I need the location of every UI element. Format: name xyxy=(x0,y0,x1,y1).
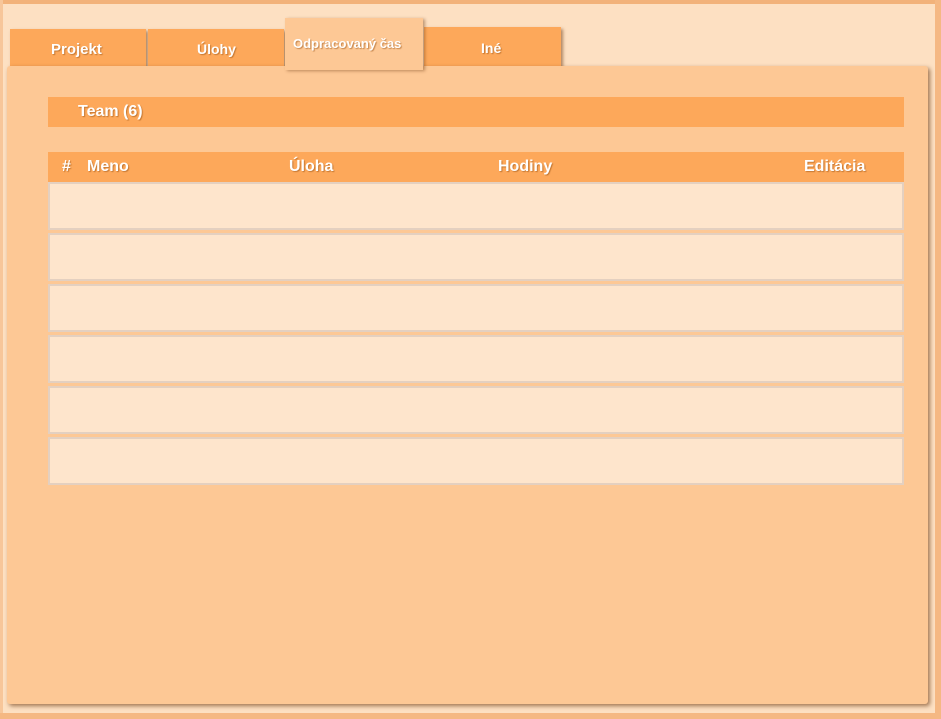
column-header-hodiny: Hodiny xyxy=(498,158,553,175)
table-row[interactable] xyxy=(48,233,904,281)
table-row[interactable] xyxy=(48,335,904,383)
tab-ine-label: Iné xyxy=(481,40,502,56)
tab-ine[interactable]: Iné xyxy=(424,27,561,69)
table-row[interactable] xyxy=(48,182,904,230)
tab-odpracovany-cas-label: Odpracovaný čas xyxy=(293,36,402,51)
column-header-editacia: Editácia xyxy=(804,158,866,175)
tab-ulohy-label: Úlohy xyxy=(197,41,236,57)
table-row[interactable] xyxy=(48,386,904,434)
table-header: # Meno Úloha Hodiny Editácia xyxy=(48,152,904,182)
tab-projekt-label: Projekt xyxy=(51,41,102,58)
window-frame-top xyxy=(0,0,941,4)
main-panel: Team (6) # Meno Úloha Hodiny Editácia xyxy=(7,66,928,704)
column-header-number: # xyxy=(62,158,71,175)
column-header-meno: Meno xyxy=(87,158,129,175)
tab-odpracovany-cas[interactable]: Odpracovaný čas xyxy=(285,18,423,70)
team-title: Team (6) xyxy=(78,103,143,120)
tab-ulohy[interactable]: Úlohy xyxy=(148,29,284,69)
table-row[interactable] xyxy=(48,284,904,332)
window-frame-right xyxy=(935,0,941,719)
table-body xyxy=(48,182,904,488)
team-header[interactable]: Team (6) xyxy=(48,97,904,127)
column-header-uloha: Úloha xyxy=(289,158,334,175)
table-row[interactable] xyxy=(48,437,904,485)
window-frame-bottom xyxy=(0,713,941,719)
window-frame-left xyxy=(0,0,3,719)
tab-projekt[interactable]: Projekt xyxy=(10,29,146,69)
